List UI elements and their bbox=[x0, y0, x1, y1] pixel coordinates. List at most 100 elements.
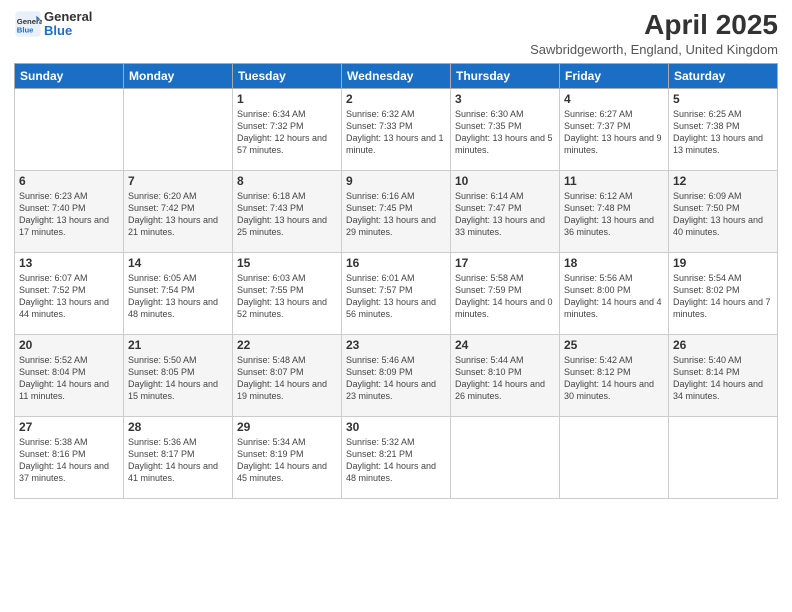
day-info: Sunrise: 5:40 AM Sunset: 8:14 PM Dayligh… bbox=[673, 354, 773, 403]
table-row: 10Sunrise: 6:14 AM Sunset: 7:47 PM Dayli… bbox=[451, 170, 560, 252]
day-number: 4 bbox=[564, 92, 664, 106]
table-row: 7 Sunrise: 6:20 AM Sunset: 7:42 PM Daylig… bbox=[124, 170, 233, 252]
day-number: 7 bbox=[128, 174, 228, 188]
table-row: 19Sunrise: 5:54 AM Sunset: 8:02 PM Dayli… bbox=[669, 252, 778, 334]
day-number: 17 bbox=[455, 256, 555, 270]
logo-line1: General bbox=[44, 10, 92, 24]
table-row: 27 Sunrise: 5:38 AM Sunset: 8:16 PM Dayli… bbox=[15, 416, 124, 498]
day-number: 6 bbox=[19, 174, 119, 188]
day-info: Sunrise: 5:56 AM Sunset: 8:00 PM Dayligh… bbox=[564, 272, 664, 321]
day-number: 14 bbox=[128, 256, 228, 270]
day-number: 8 bbox=[237, 174, 337, 188]
table-row: 9 Sunrise: 6:16 AM Sunset: 7:45 PM Daylig… bbox=[342, 170, 451, 252]
day-info: Sunrise: 6:32 AM Sunset: 7:33 PM Dayligh… bbox=[346, 108, 446, 157]
day-number: 25 bbox=[564, 338, 664, 352]
day-number: 20 bbox=[19, 338, 119, 352]
day-info: Sunrise: 6:05 AM Sunset: 7:54 PM Dayligh… bbox=[128, 272, 228, 321]
day-info: Sunrise: 5:44 AM Sunset: 8:10 PM Dayligh… bbox=[455, 354, 555, 403]
day-info: Sunrise: 5:34 AM Sunset: 8:19 PM Dayligh… bbox=[237, 436, 337, 485]
col-saturday: Saturday bbox=[669, 63, 778, 88]
day-info: Sunrise: 6:12 AM Sunset: 7:48 PM Dayligh… bbox=[564, 190, 664, 239]
day-number: 23 bbox=[346, 338, 446, 352]
day-number: 29 bbox=[237, 420, 337, 434]
table-row: 13 Sunrise: 6:07 AM Sunset: 7:52 PM Dayli… bbox=[15, 252, 124, 334]
day-number: 15 bbox=[237, 256, 337, 270]
day-number: 5 bbox=[673, 92, 773, 106]
day-info: Sunrise: 5:36 AM Sunset: 8:17 PM Dayligh… bbox=[128, 436, 228, 485]
col-thursday: Thursday bbox=[451, 63, 560, 88]
day-number: 27 bbox=[19, 420, 119, 434]
col-friday: Friday bbox=[560, 63, 669, 88]
table-row: 3Sunrise: 6:30 AM Sunset: 7:35 PM Daylig… bbox=[451, 88, 560, 170]
table-row: 26 Sunrise: 5:40 AM Sunset: 8:14 PM Dayli… bbox=[669, 334, 778, 416]
day-info: Sunrise: 6:20 AM Sunset: 7:42 PM Dayligh… bbox=[128, 190, 228, 239]
main-title: April 2025 bbox=[530, 10, 778, 41]
day-number: 18 bbox=[564, 256, 664, 270]
day-number: 3 bbox=[455, 92, 555, 106]
day-number: 16 bbox=[346, 256, 446, 270]
day-number: 9 bbox=[346, 174, 446, 188]
day-number: 24 bbox=[455, 338, 555, 352]
day-number: 19 bbox=[673, 256, 773, 270]
day-info: Sunrise: 6:09 AM Sunset: 7:50 PM Dayligh… bbox=[673, 190, 773, 239]
day-number: 2 bbox=[346, 92, 446, 106]
subtitle: Sawbridgeworth, England, United Kingdom bbox=[530, 42, 778, 57]
col-tuesday: Tuesday bbox=[233, 63, 342, 88]
table-row: 1 Sunrise: 6:34 AM Sunset: 7:32 PM Daylig… bbox=[233, 88, 342, 170]
table-row: 30Sunrise: 5:32 AM Sunset: 8:21 PM Dayli… bbox=[342, 416, 451, 498]
day-number: 1 bbox=[237, 92, 337, 106]
table-row: 22 Sunrise: 5:48 AM Sunset: 8:07 PM Dayli… bbox=[233, 334, 342, 416]
day-info: Sunrise: 5:48 AM Sunset: 8:07 PM Dayligh… bbox=[237, 354, 337, 403]
table-row: 20 Sunrise: 5:52 AM Sunset: 8:04 PM Dayli… bbox=[15, 334, 124, 416]
table-row: 21Sunrise: 5:50 AM Sunset: 8:05 PM Dayli… bbox=[124, 334, 233, 416]
calendar: Sunday Monday Tuesday Wednesday Thursday… bbox=[14, 63, 778, 499]
day-number: 26 bbox=[673, 338, 773, 352]
table-row: 4 Sunrise: 6:27 AM Sunset: 7:37 PM Daylig… bbox=[560, 88, 669, 170]
table-row: 14 Sunrise: 6:05 AM Sunset: 7:54 PM Dayli… bbox=[124, 252, 233, 334]
col-monday: Monday bbox=[124, 63, 233, 88]
calendar-week-row: 13 Sunrise: 6:07 AM Sunset: 7:52 PM Dayli… bbox=[15, 252, 778, 334]
day-info: Sunrise: 6:16 AM Sunset: 7:45 PM Dayligh… bbox=[346, 190, 446, 239]
day-number: 12 bbox=[673, 174, 773, 188]
calendar-week-row: 1 Sunrise: 6:34 AM Sunset: 7:32 PM Daylig… bbox=[15, 88, 778, 170]
table-row: 16Sunrise: 6:01 AM Sunset: 7:57 PM Dayli… bbox=[342, 252, 451, 334]
table-row: 18 Sunrise: 5:56 AM Sunset: 8:00 PM Dayli… bbox=[560, 252, 669, 334]
day-number: 22 bbox=[237, 338, 337, 352]
table-row: 17Sunrise: 5:58 AM Sunset: 7:59 PM Dayli… bbox=[451, 252, 560, 334]
table-row: 24 Sunrise: 5:44 AM Sunset: 8:10 PM Dayli… bbox=[451, 334, 560, 416]
day-info: Sunrise: 6:18 AM Sunset: 7:43 PM Dayligh… bbox=[237, 190, 337, 239]
day-number: 28 bbox=[128, 420, 228, 434]
logo-icon: General Blue bbox=[14, 10, 42, 38]
table-row: 6Sunrise: 6:23 AM Sunset: 7:40 PM Daylig… bbox=[15, 170, 124, 252]
day-info: Sunrise: 5:38 AM Sunset: 8:16 PM Dayligh… bbox=[19, 436, 119, 485]
table-row: 23Sunrise: 5:46 AM Sunset: 8:09 PM Dayli… bbox=[342, 334, 451, 416]
table-row bbox=[124, 88, 233, 170]
day-info: Sunrise: 6:03 AM Sunset: 7:55 PM Dayligh… bbox=[237, 272, 337, 321]
day-info: Sunrise: 6:25 AM Sunset: 7:38 PM Dayligh… bbox=[673, 108, 773, 157]
col-wednesday: Wednesday bbox=[342, 63, 451, 88]
logo-line2: Blue bbox=[44, 24, 92, 38]
svg-text:Blue: Blue bbox=[17, 26, 34, 35]
day-info: Sunrise: 5:42 AM Sunset: 8:12 PM Dayligh… bbox=[564, 354, 664, 403]
day-number: 13 bbox=[19, 256, 119, 270]
table-row bbox=[560, 416, 669, 498]
header: General Blue General Blue April 2025 Saw… bbox=[14, 10, 778, 57]
day-info: Sunrise: 6:27 AM Sunset: 7:37 PM Dayligh… bbox=[564, 108, 664, 157]
day-info: Sunrise: 5:32 AM Sunset: 8:21 PM Dayligh… bbox=[346, 436, 446, 485]
table-row: 8 Sunrise: 6:18 AM Sunset: 7:43 PM Daylig… bbox=[233, 170, 342, 252]
table-row: 2 Sunrise: 6:32 AM Sunset: 7:33 PM Daylig… bbox=[342, 88, 451, 170]
table-row: 25 Sunrise: 5:42 AM Sunset: 8:12 PM Dayli… bbox=[560, 334, 669, 416]
col-sunday: Sunday bbox=[15, 63, 124, 88]
table-row bbox=[15, 88, 124, 170]
table-row: 29 Sunrise: 5:34 AM Sunset: 8:19 PM Dayli… bbox=[233, 416, 342, 498]
day-info: Sunrise: 6:34 AM Sunset: 7:32 PM Dayligh… bbox=[237, 108, 337, 157]
page: General Blue General Blue April 2025 Saw… bbox=[0, 0, 792, 612]
day-info: Sunrise: 5:52 AM Sunset: 8:04 PM Dayligh… bbox=[19, 354, 119, 403]
table-row: 5 Sunrise: 6:25 AM Sunset: 7:38 PM Daylig… bbox=[669, 88, 778, 170]
day-info: Sunrise: 6:07 AM Sunset: 7:52 PM Dayligh… bbox=[19, 272, 119, 321]
table-row: 12 Sunrise: 6:09 AM Sunset: 7:50 PM Dayli… bbox=[669, 170, 778, 252]
logo: General Blue General Blue bbox=[14, 10, 92, 39]
calendar-week-row: 6Sunrise: 6:23 AM Sunset: 7:40 PM Daylig… bbox=[15, 170, 778, 252]
day-number: 11 bbox=[564, 174, 664, 188]
title-block: April 2025 Sawbridgeworth, England, Unit… bbox=[530, 10, 778, 57]
